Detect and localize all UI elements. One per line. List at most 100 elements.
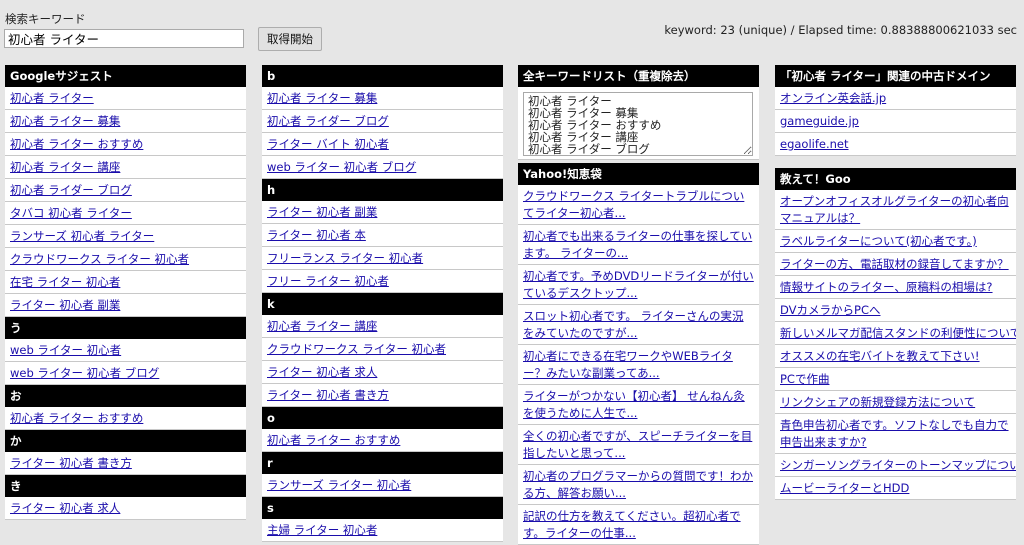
suggest-item-row: フリーランス ライター 初心者	[262, 247, 503, 270]
suggest-item-link[interactable]: フリーランス ライター 初心者	[267, 251, 423, 265]
suggest-item-link[interactable]: クラウドワークス ライター 初心者	[267, 342, 446, 356]
suggest-item-row: ライター 初心者 副業	[262, 201, 503, 224]
goo-item-row: リンクシェアの新規登録方法について	[775, 391, 1016, 414]
suggest-item-row: クラウドワークス ライター 初心者	[5, 248, 246, 271]
goo-item-link[interactable]: 情報サイトのライター、原稿料の相場は?	[780, 280, 993, 294]
goo-item-link[interactable]: シンガーソングライターのトーンマップについて	[780, 458, 1016, 472]
google-suggest-column: Googleサジェスト 初心者 ライター 初心者 ライター 募集 初心者 ライター …	[5, 65, 246, 520]
suggest-item-link[interactable]: 初心者 ライター おすすめ	[10, 411, 143, 425]
suggest-item-row: ランサーズ 初心者 ライター	[5, 225, 246, 248]
suggest-item-row: 初心者 ライター おすすめ	[5, 407, 246, 430]
suggest-item-row: 初心者 ライター おすすめ	[5, 133, 246, 156]
domain-item-link[interactable]: オンライン英会話.jp	[780, 91, 886, 105]
yahoo-qa-item-row: 全くの初心者ですが、スピーチライターを目指したいと思って...	[518, 425, 759, 465]
fetch-start-button[interactable]: 取得開始	[258, 27, 322, 51]
goo-item-link[interactable]: オススメの在宅バイトを教えて下さい!	[780, 349, 980, 363]
yahoo-qa-item-link[interactable]: 初心者のプログラマーからの質問です！わかる方、解答お願い...	[523, 469, 753, 500]
status-text: keyword: 23 (unique) / Elapsed time: 0.8…	[664, 23, 1017, 37]
google-suggest-header: Googleサジェスト	[5, 65, 246, 87]
suggest-item-link[interactable]: ライター バイト 初心者	[267, 137, 389, 151]
suggest-item-link[interactable]: 初心者 ライダー ブログ	[267, 114, 389, 128]
suggest-item-row: ライター 初心者 求人	[262, 361, 503, 384]
suggest-item-row: ライター 初心者 本	[262, 224, 503, 247]
suggest-item-row: 主婦 ライター 初心者	[262, 519, 503, 542]
goo-item-row: 青色申告初心者です。ソフトなしでも自力で申告出来ますか?	[775, 414, 1016, 454]
letter-header: き	[5, 475, 246, 497]
goo-item-link[interactable]: PCで作曲	[780, 372, 829, 386]
suggest-item-link[interactable]: タバコ 初心者 ライター	[10, 206, 132, 220]
goo-item-link[interactable]: ライターの方、電話取材の録音してますか？	[780, 257, 1009, 271]
suggest-item-link[interactable]: ライター 初心者 求人	[10, 501, 120, 515]
suggest-item-link[interactable]: 初心者 ライター 募集	[10, 114, 120, 128]
yahoo-qa-item-link[interactable]: ライターがつかない【初心者】 せんねん灸を使うために人生で...	[523, 389, 745, 420]
suggest-item-row: ライター 初心者 書き方	[262, 384, 503, 407]
suggest-item-row: ランサーズ ライター 初心者	[262, 474, 503, 497]
goo-item-row: オススメの在宅バイトを教えて下さい!	[775, 345, 1016, 368]
suggest-item-link[interactable]: 初心者 ライダー ブログ	[10, 183, 132, 197]
suggest-item-link[interactable]: 在宅 ライター 初心者	[10, 275, 120, 289]
suggest-item-link[interactable]: 初心者 ライター おすすめ	[267, 433, 400, 447]
yahoo-qa-item-row: 初心者です。予めDVDリードライターが付いているデスクトップ...	[518, 265, 759, 305]
suggest-item-link[interactable]: フリー ライター 初心者	[267, 274, 389, 288]
suggest-item-link[interactable]: web ライター 初心者 ブログ	[10, 366, 159, 380]
suggest-item-link[interactable]: ライター 初心者 副業	[267, 205, 377, 219]
suggest-item-row: 初心者 ライダー ブログ	[262, 110, 503, 133]
goo-item-link[interactable]: 新しいメルマガ配信スタンドの利便性について	[780, 326, 1016, 340]
suggest-item-link[interactable]: ライター 初心者 書き方	[10, 456, 132, 470]
letter-header: h	[262, 179, 503, 201]
suggest-item-link[interactable]: ランサーズ 初心者 ライター	[10, 229, 154, 243]
yahoo-qa-item-row: 記訳の仕方を教えてください。超初心者です。ライターの仕事...	[518, 505, 759, 545]
suggest-item-link[interactable]: 主婦 ライター 初心者	[267, 523, 377, 537]
suggest-item-link[interactable]: 初心者 ライター 募集	[267, 91, 377, 105]
keyword-label: 検索キーワード	[5, 12, 86, 26]
letter-header: o	[262, 407, 503, 429]
suggest-letter-column: b 初心者 ライター 募集 初心者 ライダー ブログ ライター バイト 初心者 web …	[262, 65, 503, 542]
goo-item-row: ライターの方、電話取材の録音してますか？	[775, 253, 1016, 276]
goo-item-row: ラベルライターについて(初心者です。)	[775, 230, 1016, 253]
suggest-item-link[interactable]: ライター 初心者 書き方	[267, 388, 389, 402]
goo-item-row: ムービーライターとHDD	[775, 477, 1016, 500]
yahoo-qa-item-row: クラウドワークス ライタートラブルについてライター初心者...	[518, 185, 759, 225]
yahoo-qa-item-link[interactable]: 記訳の仕方を教えてください。超初心者です。ライターの仕事...	[523, 509, 741, 540]
keyword-list-column: 全キーワードリスト（重複除去） Yahoo!知恵袋 クラウドワークス ライタート…	[518, 65, 759, 545]
suggest-item-link[interactable]: 初心者 ライター	[10, 91, 94, 105]
yahoo-qa-item-row: 初心者でも出来るライターの仕事を探しています。 ライターの...	[518, 225, 759, 265]
keyword-list-textarea[interactable]	[523, 92, 753, 156]
yahoo-qa-item-link[interactable]: スロット初心者です。 ライターさんの実況をみていたのですが...	[523, 309, 744, 340]
yahoo-qa-item-link[interactable]: 全くの初心者ですが、スピーチライターを目指したいと思って...	[523, 429, 752, 460]
goo-item-row: PCで作曲	[775, 368, 1016, 391]
suggest-item-link[interactable]: ライター 初心者 求人	[267, 365, 377, 379]
domain-item-link[interactable]: egaolife.net	[780, 137, 849, 151]
suggest-item-link[interactable]: 初心者 ライター 講座	[10, 160, 120, 174]
goo-item-link[interactable]: ラベルライターについて(初心者です。)	[780, 234, 977, 248]
yahoo-qa-item-row: 初心者のプログラマーからの質問です！わかる方、解答お願い...	[518, 465, 759, 505]
suggest-item-row: 初心者 ライター 講座	[262, 315, 503, 338]
goo-item-link[interactable]: リンクシェアの新規登録方法について	[780, 395, 975, 409]
goo-item-link[interactable]: DVカメラからPCへ	[780, 303, 880, 317]
suggest-item-row: web ライター 初心者 ブログ	[262, 156, 503, 179]
goo-item-link[interactable]: 青色申告初心者です。ソフトなしでも自力で申告出来ますか?	[780, 418, 1009, 449]
suggest-item-link[interactable]: ライター 初心者 副業	[10, 298, 120, 312]
suggest-item-link[interactable]: ライター 初心者 本	[267, 228, 366, 242]
yahoo-qa-item-row: ライターがつかない【初心者】 せんねん灸を使うために人生で...	[518, 385, 759, 425]
suggest-item-link[interactable]: ランサーズ ライター 初心者	[267, 478, 411, 492]
domain-item-row: オンライン英会話.jp	[775, 87, 1016, 110]
yahoo-qa-item-link[interactable]: 初心者でも出来るライターの仕事を探しています。 ライターの...	[523, 229, 752, 260]
yahoo-qa-item-link[interactable]: クラウドワークス ライタートラブルについてライター初心者...	[523, 189, 744, 220]
suggest-item-link[interactable]: クラウドワークス ライター 初心者	[10, 252, 189, 266]
yahoo-qa-item-link[interactable]: 初心者にできる在宅ワークやWEBライター？みたいな副業ってあ...	[523, 349, 733, 380]
yahoo-qa-item-link[interactable]: 初心者です。予めDVDリードライターが付いているデスクトップ...	[523, 269, 754, 300]
domain-item-link[interactable]: gameguide.jp	[780, 114, 859, 128]
suggest-item-row: ライター バイト 初心者	[262, 133, 503, 156]
suggest-item-link[interactable]: web ライター 初心者	[10, 343, 121, 357]
keyword-input[interactable]	[4, 29, 244, 48]
letter-header: か	[5, 430, 246, 452]
related-domain-column: 「初心者 ライター」関連の中古ドメイン オンライン英会話.jp gameguide…	[775, 65, 1016, 500]
keyword-list-header: 全キーワードリスト（重複除去）	[518, 65, 759, 87]
goo-item-link[interactable]: ムービーライターとHDD	[780, 481, 909, 495]
goo-item-link[interactable]: オープンオフィスオルグライターの初心者向マニュアルは？	[780, 194, 1009, 225]
suggest-item-row: クラウドワークス ライター 初心者	[262, 338, 503, 361]
suggest-item-link[interactable]: web ライター 初心者 ブログ	[267, 160, 416, 174]
suggest-item-link[interactable]: 初心者 ライター 講座	[267, 319, 377, 333]
suggest-item-link[interactable]: 初心者 ライター おすすめ	[10, 137, 143, 151]
